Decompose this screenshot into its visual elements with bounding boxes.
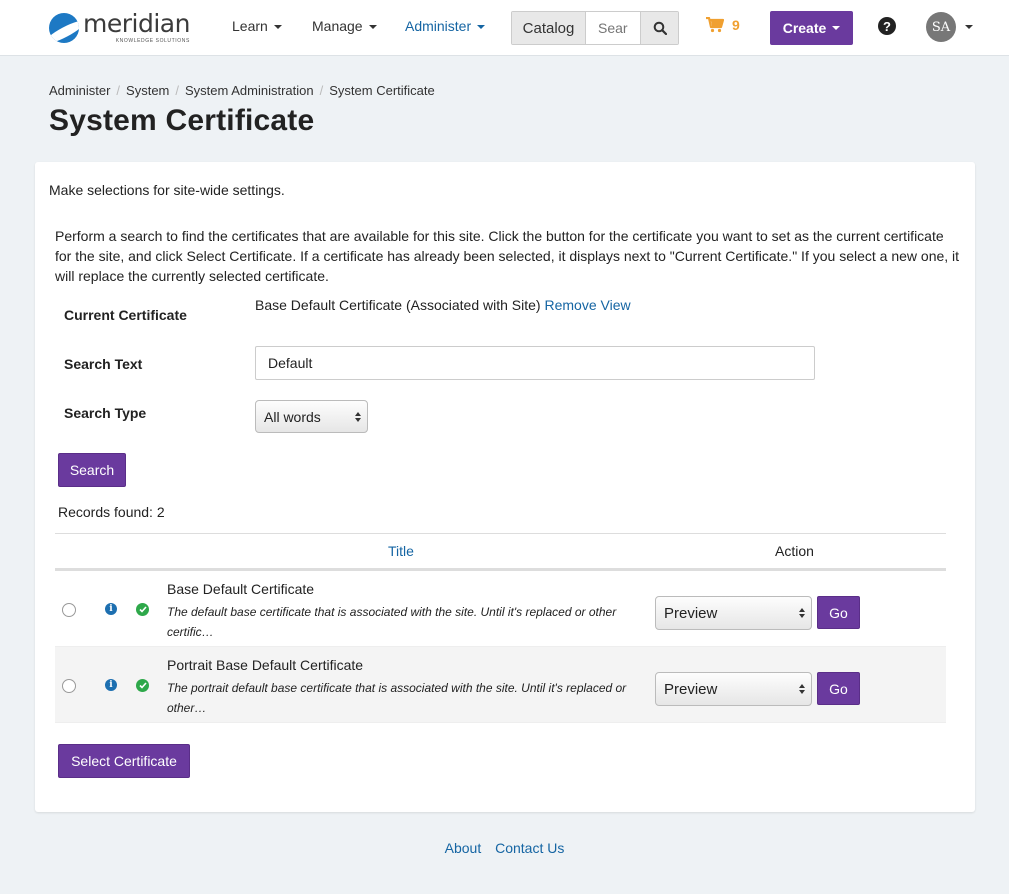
select-arrows-icon bbox=[799, 684, 805, 694]
breadcrumb-system-administration[interactable]: System Administration bbox=[185, 83, 314, 98]
breadcrumb-separator: / bbox=[319, 83, 324, 98]
footer-about-link[interactable]: About bbox=[445, 840, 482, 856]
meridian-logo[interactable]: meridian KNOWLEDGE SOLUTIONS bbox=[49, 11, 190, 45]
go-button[interactable]: Go bbox=[817, 672, 860, 705]
search-text-input[interactable] bbox=[255, 346, 815, 380]
create-button[interactable]: Create bbox=[770, 11, 853, 45]
nav-administer[interactable]: Administer bbox=[405, 18, 486, 34]
cart-icon bbox=[706, 17, 724, 33]
column-action-header: Action bbox=[775, 543, 814, 559]
info-icon[interactable]: i bbox=[105, 679, 117, 691]
table-row: i Base Default Certificate The default b… bbox=[55, 571, 946, 647]
footer: About Contact Us bbox=[0, 840, 1009, 856]
catalog-search-input[interactable] bbox=[586, 12, 640, 44]
breadcrumb-administer[interactable]: Administer bbox=[49, 83, 110, 98]
nav-manage[interactable]: Manage bbox=[312, 18, 377, 34]
table-row: i Portrait Base Default Certificate The … bbox=[55, 647, 946, 723]
remove-link[interactable]: Remove bbox=[544, 297, 596, 313]
user-avatar[interactable]: SA bbox=[926, 12, 956, 42]
search-icon bbox=[653, 21, 667, 35]
row-action-select[interactable]: Preview bbox=[655, 672, 812, 706]
cart-link[interactable]: 9 bbox=[706, 17, 740, 33]
view-link[interactable]: View bbox=[601, 297, 631, 313]
current-certificate-label: Current Certificate bbox=[64, 307, 187, 323]
breadcrumb-system[interactable]: System bbox=[126, 83, 169, 98]
info-icon[interactable]: i bbox=[105, 603, 117, 615]
caret-down-icon bbox=[273, 25, 282, 30]
top-navbar: meridian KNOWLEDGE SOLUTIONS Learn Manag… bbox=[0, 0, 1009, 56]
intro-text: Make selections for site-wide settings. bbox=[49, 182, 285, 198]
content-card: Make selections for site-wide settings. … bbox=[35, 162, 975, 812]
search-button[interactable] bbox=[640, 12, 678, 44]
catalog-button[interactable]: Catalog bbox=[512, 12, 586, 44]
row-description: The portrait default base certificate th… bbox=[167, 681, 627, 715]
breadcrumb-current: System Certificate bbox=[329, 83, 435, 98]
check-icon bbox=[136, 679, 149, 692]
nav-learn[interactable]: Learn bbox=[232, 18, 282, 34]
breadcrumb-separator: / bbox=[116, 83, 121, 98]
records-found: Records found: 2 bbox=[58, 504, 165, 520]
help-icon[interactable]: ? bbox=[878, 17, 896, 35]
caret-down-icon bbox=[368, 25, 377, 30]
description-text: Perform a search to find the certificate… bbox=[55, 228, 960, 284]
caret-down-icon[interactable] bbox=[965, 25, 973, 29]
search-type-label: Search Type bbox=[64, 405, 147, 421]
logo-wordmark: meridian bbox=[83, 9, 190, 38]
catalog-search-group: Catalog bbox=[511, 11, 679, 45]
select-arrows-icon bbox=[799, 608, 805, 618]
breadcrumb-separator: / bbox=[175, 83, 180, 98]
search-text-label: Search Text bbox=[64, 356, 143, 372]
logo-tagline: KNOWLEDGE SOLUTIONS bbox=[115, 38, 190, 44]
footer-contact-link[interactable]: Contact Us bbox=[495, 840, 564, 856]
logo-mark-icon bbox=[49, 13, 79, 43]
row-description: The default base certificate that is ass… bbox=[167, 605, 617, 639]
check-icon bbox=[136, 603, 149, 616]
table-header: Title Action bbox=[55, 533, 946, 571]
select-arrows-icon bbox=[355, 411, 361, 422]
page-title: System Certificate bbox=[49, 104, 315, 137]
go-button[interactable]: Go bbox=[817, 596, 860, 629]
caret-down-icon bbox=[477, 25, 486, 30]
certificates-table: Title Action i Base Default Certificate … bbox=[55, 533, 946, 723]
cart-count: 9 bbox=[732, 17, 740, 33]
caret-down-icon bbox=[832, 26, 841, 30]
row-title: Base Default Certificate bbox=[167, 581, 315, 597]
search-button[interactable]: Search bbox=[58, 453, 126, 487]
row-radio[interactable] bbox=[62, 679, 76, 693]
breadcrumb: Administer / System / System Administrat… bbox=[49, 83, 435, 98]
current-certificate-value: Base Default Certificate (Associated wit… bbox=[255, 297, 631, 313]
row-title: Portrait Base Default Certificate bbox=[167, 657, 364, 673]
row-action-select[interactable]: Preview bbox=[655, 596, 812, 630]
column-title-header[interactable]: Title bbox=[388, 543, 414, 559]
select-certificate-button[interactable]: Select Certificate bbox=[58, 744, 190, 778]
row-radio[interactable] bbox=[62, 603, 76, 617]
search-type-select[interactable]: All words bbox=[255, 400, 368, 433]
